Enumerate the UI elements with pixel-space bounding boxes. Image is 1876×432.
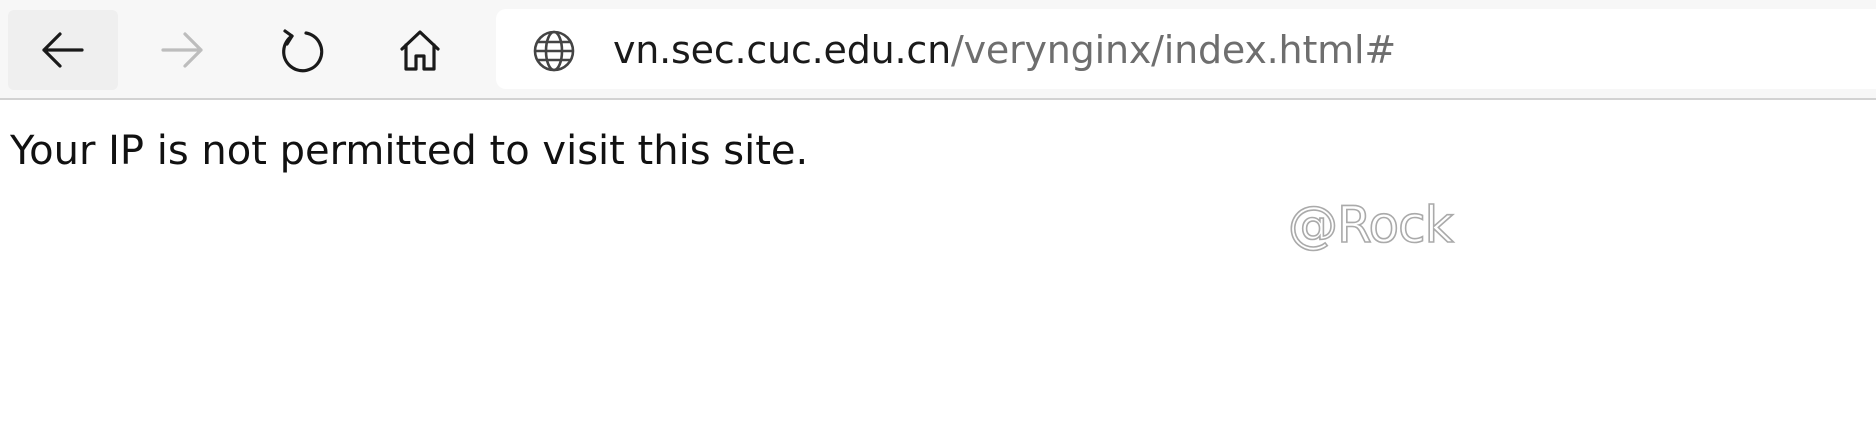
url-path: /verynginx/index.html# — [951, 28, 1396, 72]
address-bar[interactable]: vn.sec.cuc.edu.cn/verynginx/index.html# — [496, 9, 1876, 89]
refresh-button[interactable] — [246, 10, 356, 90]
arrow-left-icon — [42, 32, 84, 68]
watermark: @Rock — [1287, 195, 1454, 255]
url-text[interactable]: vn.sec.cuc.edu.cn/verynginx/index.html# — [613, 9, 1396, 89]
globe-icon — [533, 30, 575, 72]
forward-button[interactable] — [127, 10, 237, 90]
home-icon — [400, 30, 440, 71]
browser-toolbar: vn.sec.cuc.edu.cn/verynginx/index.html# — [0, 0, 1876, 100]
error-message: Your IP is not permitted to visit this s… — [10, 128, 809, 174]
back-button[interactable] — [8, 10, 118, 90]
home-button[interactable] — [365, 10, 475, 90]
url-host: vn.sec.cuc.edu.cn — [613, 28, 951, 72]
arrow-right-icon — [161, 32, 203, 68]
refresh-icon — [282, 29, 324, 73]
